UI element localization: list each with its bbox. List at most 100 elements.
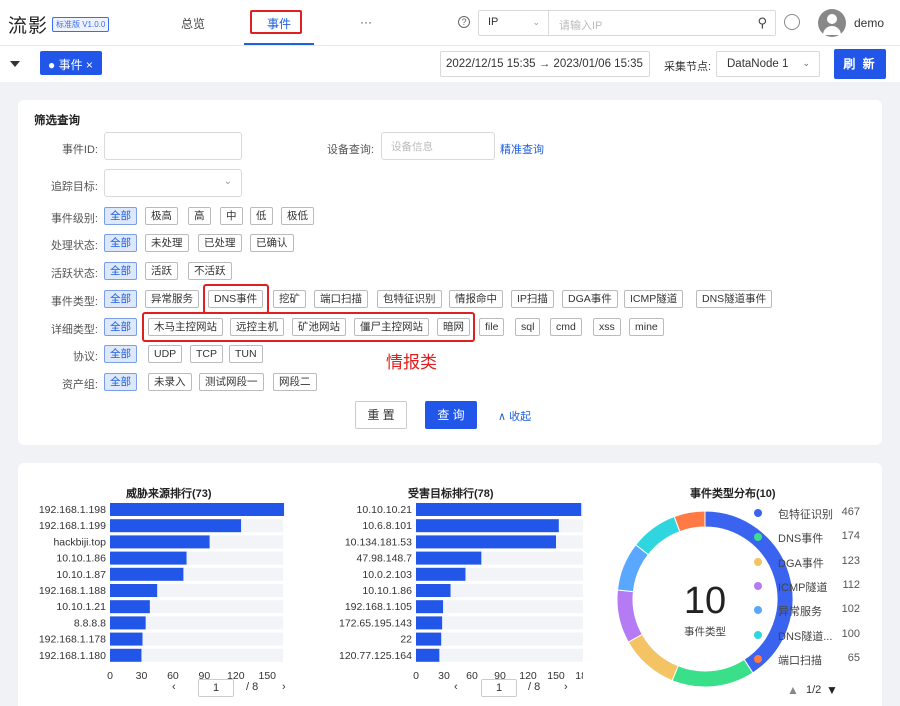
next-page-icon[interactable]: › (282, 681, 286, 693)
nav-events-highlight (250, 10, 302, 34)
trace-select[interactable]: ⌄ (104, 169, 242, 197)
bar-category-label: hackbiji.top (53, 536, 106, 548)
state-tag[interactable]: 已确认 (250, 234, 294, 252)
asset-tag[interactable]: 全部 (104, 373, 137, 391)
type-tag[interactable]: IP扫描 (511, 290, 554, 308)
legend-item-label[interactable]: DNS隧道... (778, 628, 832, 644)
precise-query-link[interactable]: 精准查询 (500, 141, 544, 157)
asset-tag[interactable]: 测试网段一 (199, 373, 264, 391)
device-input[interactable]: 设备信息 (381, 132, 495, 160)
legend-item-label[interactable]: 端口扫描 (778, 652, 822, 668)
type-tag[interactable]: 端口扫描 (314, 290, 368, 308)
search-icon[interactable]: ⚲ (757, 15, 767, 31)
legend-next-icon[interactable]: ▼ (826, 683, 838, 697)
state-tag[interactable]: 已处理 (198, 234, 242, 252)
level-tag[interactable]: 高 (188, 207, 211, 225)
active-tag[interactable]: 不活跃 (188, 262, 232, 280)
detail-tag[interactable]: 全部 (104, 318, 137, 336)
state-tag[interactable]: 未处理 (145, 234, 189, 252)
type-tag[interactable]: 挖矿 (273, 290, 306, 308)
nav-more[interactable]: ··· (360, 15, 372, 29)
bar-category-label: 10.134.181.53 (345, 536, 412, 548)
bar (416, 535, 556, 549)
bar-category-label: 10.10.1.86 (56, 553, 106, 565)
type-tag[interactable]: 全部 (104, 290, 137, 308)
legend-prev-icon[interactable]: ▲ (787, 683, 799, 697)
type-tag[interactable]: 情报命中 (449, 290, 503, 308)
level-label: 事件级别: (50, 213, 98, 225)
legend-item-label[interactable]: 异常服务 (778, 603, 822, 619)
threat-source-chart: 192.168.1.198 192.168.1.199 hackbiji.top 10… (39, 503, 285, 682)
date-range-picker[interactable]: 2022/12/15 15:35 → 2023/01/06 15:35 (440, 51, 650, 77)
level-tag[interactable]: 中 (220, 207, 243, 225)
proto-tag[interactable]: TCP (190, 345, 223, 363)
ip-search-input[interactable]: 请输入IP (559, 17, 602, 33)
bar-track (416, 648, 583, 662)
charts-panel: 威胁来源排行(73) 192.168.1.198 192.168.1.199 hac… (18, 463, 882, 706)
node-select[interactable]: DataNode 1 ⌄ (716, 51, 820, 77)
bar (416, 567, 466, 581)
prev-page-icon[interactable]: ‹ (172, 681, 176, 693)
x-tick-label: 30 (438, 670, 450, 682)
query-button[interactable]: 查 询 (425, 401, 477, 429)
tabs-dropdown-icon[interactable] (10, 61, 20, 67)
type-tag[interactable]: DNS隧道事件 (696, 290, 773, 308)
detail-tag[interactable]: mine (629, 318, 664, 336)
event-id-input[interactable] (104, 132, 242, 160)
reset-button[interactable]: 重 置 (355, 401, 407, 429)
proto-tag[interactable]: 全部 (104, 345, 137, 363)
type-tag[interactable]: 包特征识别 (377, 290, 442, 308)
user-name[interactable]: demo (854, 16, 884, 30)
level-tag[interactable]: 极高 (145, 207, 178, 225)
user-avatar[interactable] (818, 9, 846, 37)
bar (110, 584, 158, 597)
level-tag[interactable]: 极低 (281, 207, 314, 225)
legend-item-label[interactable]: ICMP隧道 (778, 579, 828, 595)
bar (416, 616, 443, 630)
bar-category-label: 192.168.1.198 (39, 504, 106, 516)
legend-dot[interactable] (754, 654, 762, 663)
bar-category-label: 10.6.8.101 (362, 520, 412, 532)
detail-tag[interactable]: file (479, 318, 505, 336)
collapse-button[interactable]: ∧ 收起 (498, 408, 531, 424)
detail-tag[interactable]: cmd (550, 318, 582, 336)
help-icon[interactable]: ? (458, 16, 470, 28)
legend-item-label[interactable]: DGA事件 (778, 555, 824, 571)
legend-item-label[interactable]: 包特征识别 (778, 506, 833, 522)
detail-tag[interactable]: xss (593, 318, 621, 336)
active-tag[interactable]: 全部 (104, 262, 137, 280)
asset-tag[interactable]: 网段二 (273, 373, 317, 391)
active-tag[interactable]: 活跃 (145, 262, 178, 280)
nav-overview[interactable]: 总览 (181, 15, 205, 32)
bar (416, 632, 442, 646)
detail-tag[interactable]: sql (515, 318, 541, 336)
bar (416, 503, 582, 516)
level-tag[interactable]: 全部 (104, 207, 137, 225)
bar-category-label: 47.98.148.7 (357, 553, 413, 565)
legend-dot[interactable] (754, 630, 762, 639)
legend-item-label[interactable]: DNS事件 (778, 530, 823, 546)
prev-page-icon[interactable]: ‹ (454, 681, 458, 693)
type-tag[interactable]: DGA事件 (562, 290, 618, 308)
ip-type-select[interactable]: IP ⌄ (479, 11, 549, 35)
type-tag[interactable]: ICMP隧道 (624, 290, 684, 308)
page-input[interactable]: 1 (481, 679, 517, 697)
legend-dot[interactable] (754, 581, 762, 590)
proto-tag[interactable]: TUN (229, 345, 263, 363)
page-input[interactable]: 1 (198, 679, 234, 697)
tab-events[interactable]: ● 事件 × (40, 51, 102, 75)
type-tag[interactable]: 异常服务 (145, 290, 199, 308)
legend-dot[interactable] (754, 557, 762, 566)
bar-category-label: 8.8.8.8 (74, 617, 106, 629)
legend-dot[interactable] (754, 509, 762, 517)
refresh-button[interactable]: 刷 新 (834, 49, 886, 79)
nav-active-underline (244, 43, 314, 45)
intel-category-highlight (142, 312, 475, 342)
level-tag[interactable]: 低 (250, 207, 273, 225)
state-tag[interactable]: 全部 (104, 234, 137, 252)
theme-toggle-icon[interactable] (784, 14, 800, 30)
proto-tag[interactable]: UDP (148, 345, 183, 363)
bar (416, 600, 444, 614)
next-page-icon[interactable]: › (564, 681, 568, 693)
asset-tag[interactable]: 未录入 (148, 373, 192, 391)
